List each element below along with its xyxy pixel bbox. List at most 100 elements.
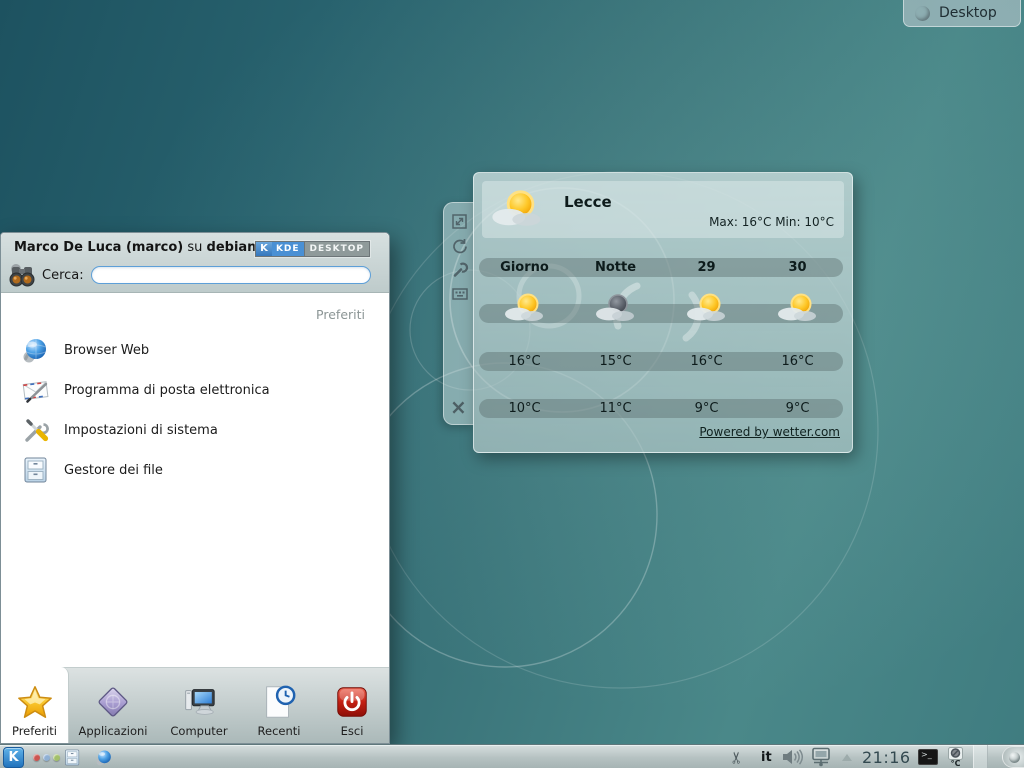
tab-esci[interactable]: Esci — [317, 668, 387, 743]
weather-tray-label: °C — [951, 760, 961, 768]
weather-col-label: Giorno — [479, 260, 570, 275]
sun-cloud-icon — [490, 187, 544, 233]
tab-applicazioni[interactable]: Applicazioni — [69, 668, 157, 743]
folder-view-label: Desktop — [939, 5, 997, 21]
panel-toolbox-cashew-icon[interactable] — [1002, 746, 1024, 768]
configure-icon[interactable] — [451, 261, 469, 279]
tab-preferiti[interactable]: Preferiti — [1, 667, 69, 743]
search-row: Cerca: — [7, 260, 371, 290]
file-manager-launcher[interactable] — [63, 745, 82, 768]
temp-value: 10°C — [479, 401, 570, 416]
binoculars-icon — [7, 260, 37, 290]
green-dot-icon — [53, 754, 60, 761]
weather-credit-link[interactable]: Powered by wetter.com — [699, 425, 840, 439]
badge-kde-label: KDE — [272, 242, 304, 256]
kickoff-favorites-view: Preferiti Browser Web — [1, 294, 389, 667]
recent-documents-icon — [260, 683, 298, 721]
badge-desktop-label: DESKTOP — [304, 242, 369, 256]
rotate-icon[interactable] — [451, 237, 469, 255]
speaker-icon — [781, 748, 805, 766]
folder-view-icon — [915, 6, 930, 21]
web-browser-icon — [21, 335, 51, 365]
up-arrow-icon — [842, 754, 852, 761]
folder-view-header[interactable]: Desktop — [903, 0, 1021, 27]
red-dot-icon — [33, 754, 40, 761]
shortcuts-icon[interactable] — [451, 285, 469, 303]
weather-header: Lecce Max: 16°C Min: 10°C — [482, 181, 844, 238]
weather-column-headers: Giorno Notte 29 30 — [479, 258, 843, 277]
temp-value: 9°C — [752, 401, 843, 416]
tab-label: Recenti — [258, 724, 301, 738]
power-icon — [333, 683, 371, 721]
menu-item-system-settings[interactable]: Impostazioni di sistema — [1, 410, 389, 450]
applications-icon — [94, 683, 132, 721]
menu-item-label: Gestore dei file — [64, 463, 163, 478]
klipper-tray-icon[interactable]: ✂ — [730, 745, 743, 768]
tab-label: Esci — [341, 724, 364, 738]
temp-value: 16°C — [661, 354, 752, 369]
temp-value: 15°C — [570, 354, 661, 369]
pager-widget[interactable] — [973, 745, 988, 768]
menu-item-label: Browser Web — [64, 343, 149, 358]
sun-cloud-icon — [479, 285, 570, 331]
menu-item-email[interactable]: Programma di posta elettronica — [1, 370, 389, 410]
computer-icon — [180, 683, 218, 721]
resize-icon[interactable] — [451, 213, 469, 231]
weather-tray-icon[interactable]: °C — [948, 745, 963, 768]
weather-col-label: 29 — [661, 260, 752, 275]
browser-launcher[interactable] — [95, 745, 114, 768]
system-settings-icon — [21, 415, 51, 445]
kickoff-header: Marco De Luca (marco) su debian K KDE DE… — [1, 233, 389, 293]
scissors-icon: ✂ — [727, 750, 746, 763]
email-icon — [21, 375, 51, 405]
weather-max-min: Max: 16°C Min: 10°C — [709, 215, 834, 229]
user-name: Marco De Luca (marco) — [14, 240, 183, 255]
digital-clock[interactable]: 21:16 — [862, 745, 911, 768]
kde-desktop-badge: K KDE DESKTOP — [255, 241, 370, 257]
su-word: su — [187, 240, 202, 255]
weather-low-temps: 10°C 11°C 9°C 9°C — [479, 399, 843, 418]
weather-high-temps: 16°C 15°C 16°C 16°C — [479, 352, 843, 371]
weather-col-label: 30 — [752, 260, 843, 275]
network-tray-icon[interactable] — [809, 745, 835, 768]
cloudy-night-icon — [570, 285, 661, 331]
keyboard-layout-label: it — [761, 750, 772, 765]
konqueror-globe-icon — [95, 748, 114, 767]
temp-value: 16°C — [752, 354, 843, 369]
favorites-section-header: Preferiti — [1, 294, 389, 330]
terminal-tray-icon[interactable]: >_ — [918, 745, 938, 768]
bottom-panel: K ✂ it — [0, 744, 1024, 768]
tab-recenti[interactable]: Recenti — [241, 668, 317, 743]
tab-label: Preferiti — [12, 724, 57, 738]
kde-gear-icon: K — [256, 242, 272, 256]
close-icon[interactable]: × — [450, 398, 467, 416]
tray-expander-button[interactable] — [842, 745, 852, 768]
menu-item-file-manager[interactable]: Gestore dei file — [1, 450, 389, 490]
tab-computer[interactable]: Computer — [157, 668, 241, 743]
blue-dot-icon — [43, 754, 50, 761]
search-label: Cerca: — [42, 268, 84, 283]
application-launcher-button[interactable]: K — [3, 745, 24, 768]
no-data-icon — [948, 747, 963, 760]
quicklaunch-dots[interactable] — [33, 745, 63, 768]
keyboard-layout-indicator[interactable]: it — [761, 745, 772, 768]
weather-condition-icons — [479, 285, 843, 331]
file-manager-icon — [63, 748, 82, 767]
kickoff-user-title: Marco De Luca (marco) su debian — [14, 240, 256, 255]
host-name: debian — [207, 240, 257, 255]
pager-desktop-cell — [973, 745, 988, 768]
kickoff-menu: Marco De Luca (marco) su debian K KDE DE… — [0, 232, 390, 744]
network-monitor-icon — [809, 747, 835, 767]
file-manager-icon — [21, 455, 51, 485]
tab-label: Computer — [170, 724, 227, 738]
search-input[interactable] — [91, 266, 371, 284]
temp-value: 11°C — [570, 401, 661, 416]
menu-item-label: Impostazioni di sistema — [64, 423, 218, 438]
menu-item-browser-web[interactable]: Browser Web — [1, 330, 389, 370]
desktop-background: Desktop × Lecce Max: 16°C Min: 10°C — [0, 0, 1024, 768]
clock-label: 21:16 — [862, 748, 911, 767]
sun-cloud-icon — [661, 285, 752, 331]
tab-label: Applicazioni — [79, 724, 148, 738]
kde-menu-icon: K — [3, 747, 24, 768]
volume-tray-icon[interactable] — [781, 745, 805, 768]
